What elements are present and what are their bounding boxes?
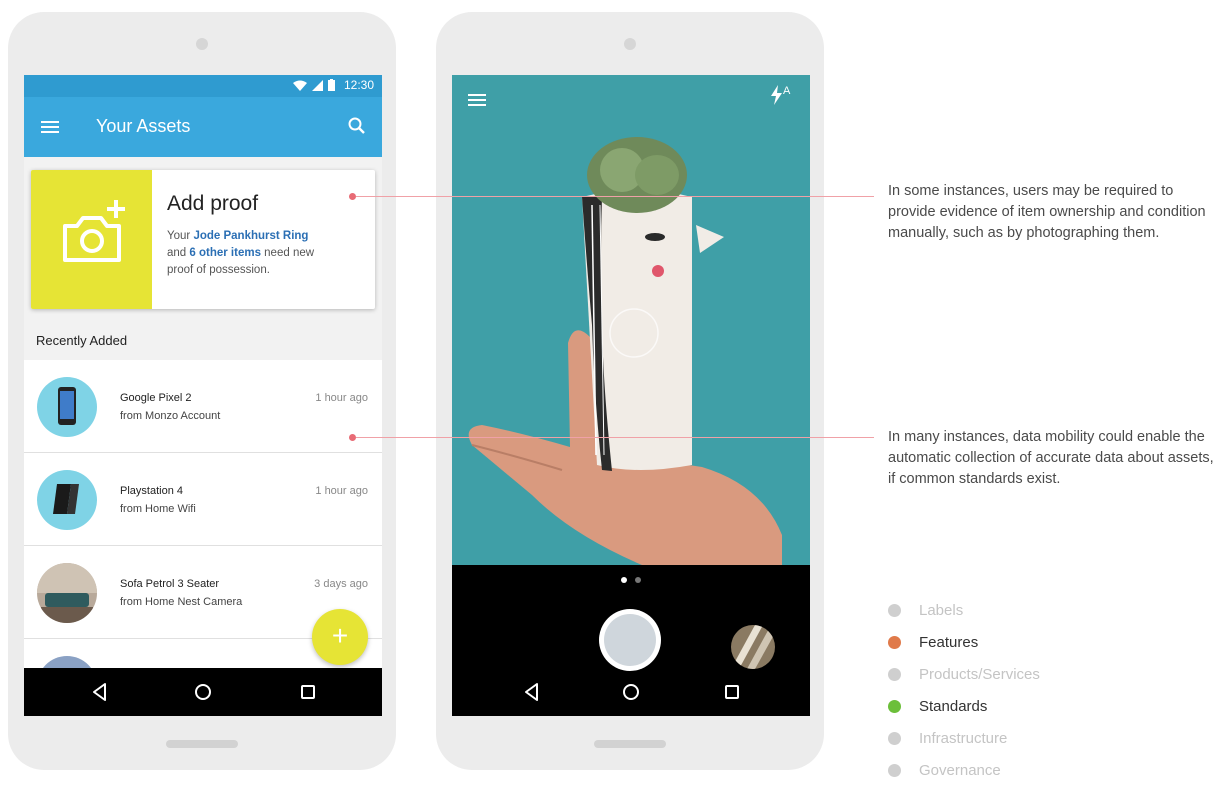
legend-label: Standards bbox=[919, 697, 988, 715]
item-time: 1 hour ago bbox=[315, 485, 368, 497]
proof-text: proof of possession. bbox=[167, 264, 270, 276]
legend-item: Standards bbox=[888, 690, 1040, 722]
page-dot-active bbox=[621, 577, 627, 583]
wifi-icon bbox=[292, 80, 307, 91]
add-photo-icon bbox=[63, 200, 125, 262]
recents-icon[interactable] bbox=[296, 680, 320, 704]
category-legend: Labels Features Products/Services Standa… bbox=[888, 594, 1040, 786]
legend-item: Governance bbox=[888, 754, 1040, 786]
item-source: from Home Wifi bbox=[120, 503, 196, 515]
legend-swatch bbox=[888, 635, 901, 649]
camera-viewfinder[interactable]: A bbox=[452, 75, 810, 565]
gallery-thumbnail[interactable] bbox=[731, 625, 775, 669]
proof-text: and bbox=[167, 247, 190, 259]
item-link-ring[interactable]: Jode Pankhurst Ring bbox=[193, 230, 308, 242]
camera-screen: A bbox=[452, 75, 810, 716]
item-avatar bbox=[37, 470, 97, 530]
home-icon[interactable] bbox=[619, 680, 643, 704]
item-source: from Monzo Account bbox=[120, 410, 221, 422]
home-icon[interactable] bbox=[191, 680, 215, 704]
assets-screen: 12:30 Your Assets Add proof Your Jode Pa… bbox=[24, 75, 382, 716]
annotation-marker-bottom bbox=[349, 434, 356, 441]
phone-frame-assets: 12:30 Your Assets Add proof Your Jode Pa… bbox=[8, 12, 396, 770]
status-time: 12:30 bbox=[343, 78, 374, 92]
nav-bar bbox=[24, 668, 382, 716]
list-item[interactable]: Google Pixel 2 from Monzo Account 1 hour… bbox=[24, 360, 382, 453]
status-bar: 12:30 bbox=[24, 75, 382, 97]
item-name: Playstation 4 bbox=[120, 485, 183, 497]
annotation-text-top: In some instances, users may be required… bbox=[888, 183, 1206, 241]
legend-label: Governance bbox=[919, 761, 1001, 779]
app-bar: Your Assets bbox=[24, 97, 382, 157]
item-avatar bbox=[37, 563, 97, 623]
recently-added-heading: Recently Added bbox=[36, 333, 128, 348]
item-time: 1 hour ago bbox=[315, 392, 368, 404]
flash-mode-label: A bbox=[783, 85, 791, 97]
legend-swatch bbox=[888, 731, 901, 745]
annotation-marker-top bbox=[349, 193, 356, 200]
proof-text: Your bbox=[167, 230, 194, 242]
legend-label: Products/Services bbox=[919, 665, 1040, 683]
home-indicator bbox=[594, 740, 666, 748]
front-camera bbox=[624, 38, 636, 50]
home-indicator bbox=[166, 740, 238, 748]
add-proof-card[interactable]: Add proof Your Jode Pankhurst Ring and 6… bbox=[31, 170, 375, 309]
legend-item: Features bbox=[888, 626, 1040, 658]
back-icon[interactable] bbox=[520, 680, 544, 704]
recents-icon[interactable] bbox=[720, 680, 744, 704]
item-avatar bbox=[37, 377, 97, 437]
annotation-text-bottom: In many instances, data mobility could e… bbox=[888, 429, 1214, 487]
proof-card-banner bbox=[31, 170, 152, 309]
shutter-button[interactable] bbox=[599, 609, 661, 671]
search-icon[interactable] bbox=[346, 115, 368, 137]
front-camera bbox=[196, 38, 208, 50]
annotation-connector-top bbox=[356, 196, 874, 197]
mode-page-indicator bbox=[621, 577, 641, 583]
menu-icon[interactable] bbox=[466, 89, 488, 111]
item-link-others[interactable]: 6 other items bbox=[189, 247, 261, 259]
back-icon[interactable] bbox=[88, 680, 112, 704]
legend-swatch bbox=[888, 667, 901, 681]
legend-swatch bbox=[888, 603, 901, 617]
signal-icon bbox=[311, 79, 323, 91]
legend-label: Features bbox=[919, 633, 979, 651]
item-name: Sofa Petrol 3 Seater bbox=[120, 578, 220, 590]
list-item[interactable]: Playstation 4 from Home Wifi 1 hour ago bbox=[24, 453, 382, 546]
legend-item: Products/Services bbox=[888, 658, 1040, 690]
console-icon bbox=[53, 484, 79, 514]
legend-item: Labels bbox=[888, 594, 1040, 626]
legend-label: Labels bbox=[919, 601, 964, 619]
item-name: Google Pixel 2 bbox=[120, 392, 192, 404]
legend-swatch bbox=[888, 699, 901, 713]
proof-text: need new bbox=[260, 247, 315, 259]
app-title: Your Assets bbox=[96, 116, 191, 136]
flash-auto-toggle[interactable]: A bbox=[770, 85, 794, 109]
proof-card-body: Your Jode Pankhurst Ring and 6 other ite… bbox=[167, 228, 367, 279]
legend-item: Infrastructure bbox=[888, 722, 1040, 754]
add-asset-button[interactable]: + bbox=[312, 609, 368, 665]
phone-icon bbox=[58, 387, 76, 425]
proof-card-heading: Add proof bbox=[167, 192, 259, 215]
flash-icon bbox=[771, 85, 782, 105]
nav-bar bbox=[452, 668, 810, 716]
sofa-icon bbox=[37, 563, 97, 623]
battery-icon bbox=[327, 79, 335, 91]
annotation-connector-bottom bbox=[356, 437, 874, 438]
page-dot bbox=[635, 577, 641, 583]
gallery-image bbox=[731, 625, 775, 669]
legend-label: Infrastructure bbox=[919, 729, 1008, 747]
camera-controls bbox=[452, 565, 810, 716]
phone-frame-camera: A bbox=[436, 12, 824, 770]
legend-swatch bbox=[888, 763, 901, 777]
item-source: from Home Nest Camera bbox=[120, 596, 243, 608]
menu-icon[interactable] bbox=[40, 117, 60, 137]
item-time: 3 days ago bbox=[314, 578, 368, 590]
camera-preview-photo bbox=[452, 75, 810, 565]
